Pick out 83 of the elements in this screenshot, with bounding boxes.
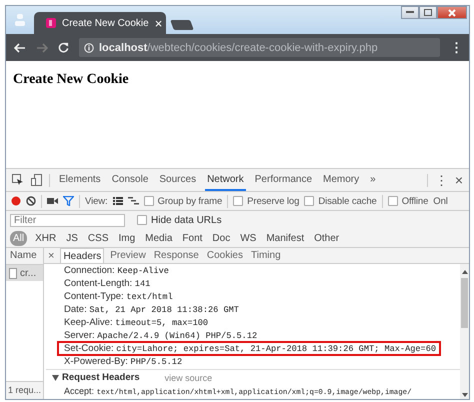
detail-tab[interactable]: Cookies — [204, 248, 245, 263]
request-row[interactable]: cr... — [6, 265, 43, 281]
type-filter[interactable]: Other — [312, 232, 342, 244]
file-icon — [9, 268, 17, 278]
request-name: cr... — [20, 268, 36, 278]
type-filter[interactable]: WS — [238, 232, 258, 244]
header-line: Content-Type: text/html — [63, 290, 173, 303]
filter-field[interactable]: Filter — [10, 214, 125, 226]
type-filter[interactable]: JS — [64, 232, 80, 244]
tab-close-button[interactable]: × — [154, 16, 162, 30]
detail-tab[interactable]: Response — [152, 248, 201, 263]
throttle-label: Onl — [433, 196, 448, 206]
detail-tab[interactable]: Headers — [60, 248, 104, 263]
inspect-icon[interactable] — [12, 174, 24, 186]
address-bar[interactable]: localhost/webtech/cookies/create-cookie-with-expiry.php — [79, 38, 440, 57]
waterfall-icon[interactable] — [128, 197, 139, 205]
header-line: Keep-Alive: timeout=5, max=100 — [63, 316, 208, 329]
view-source-link[interactable]: view source — [164, 372, 212, 382]
header-line: Date: Sat, 21 Apr 2018 11:38:26 GMT — [63, 303, 239, 316]
maximize-button[interactable] — [419, 6, 437, 19]
more-tabs-button[interactable]: » — [368, 169, 378, 191]
devtools-close-button[interactable]: × — [454, 172, 463, 188]
scroll-down-icon[interactable] — [462, 393, 468, 397]
favicon-icon — [46, 18, 56, 28]
header-line: Connection: Keep-Alive — [63, 264, 169, 277]
clear-icon[interactable] — [26, 196, 36, 206]
detail-tab[interactable]: Timing — [249, 248, 283, 263]
checkbox[interactable] — [137, 215, 147, 225]
devtools-menu-button[interactable]: ⋮ — [434, 172, 448, 188]
page-heading: Create New Cookie — [13, 72, 130, 88]
filter-icon[interactable] — [63, 196, 74, 206]
section-title: Request Headers — [62, 372, 140, 383]
checkbox[interactable] — [144, 196, 154, 206]
devtools-tab[interactable]: Console — [110, 169, 150, 191]
detail-tab[interactable]: Preview — [108, 248, 148, 263]
checkbox-label: Preserve log — [247, 196, 300, 206]
browser-tab[interactable]: Create New Cookie × — [34, 12, 166, 34]
reload-icon[interactable] — [58, 42, 69, 53]
scrollbar[interactable] — [460, 264, 469, 399]
close-icon — [448, 8, 456, 16]
checkbox-label: Group by frame — [158, 196, 222, 206]
devtools-tab[interactable]: Network — [205, 169, 246, 191]
minimize-icon — [406, 11, 414, 14]
record-icon[interactable] — [11, 196, 21, 206]
minimize-button[interactable] — [401, 6, 419, 19]
header-line: Content-Length: 141 — [63, 277, 150, 290]
menu-button[interactable]: ⋮ — [450, 40, 463, 55]
expand-triangle-icon[interactable] — [52, 374, 59, 380]
checkbox-label: Disable cache — [318, 196, 377, 206]
device-icon[interactable] — [31, 174, 42, 186]
view-label: View: — [85, 196, 108, 206]
checkbox-label: Offline — [402, 196, 428, 206]
checkbox[interactable] — [304, 196, 314, 206]
new-tab-button[interactable] — [170, 20, 194, 30]
status-text: 1 requ... — [6, 381, 43, 399]
camera-icon[interactable] — [47, 197, 58, 205]
header-line: Server: Apache/2.4.9 (Win64) PHP/5.5.12 — [63, 329, 258, 342]
devtools-tab[interactable]: Memory — [321, 169, 362, 191]
highlighted-header-line: Set-Cookie: city=Lahore; expires=Sat, 21-Apr-2018 11:39:26 GMT; Max-Age=60 — [58, 342, 440, 355]
type-filter[interactable]: Media — [143, 232, 174, 244]
close-detail-button[interactable]: × — [48, 248, 56, 263]
close-button[interactable] — [437, 6, 467, 19]
type-filter[interactable]: CSS — [86, 232, 110, 244]
devtools-tab[interactable]: Elements — [57, 169, 103, 191]
maximize-icon — [424, 9, 432, 16]
checkbox[interactable] — [388, 196, 398, 206]
type-filter[interactable]: Manifest — [264, 232, 306, 244]
info-icon — [84, 42, 94, 52]
checkbox[interactable] — [233, 196, 244, 206]
checkbox-label: Hide data URLs — [151, 214, 222, 226]
name-column-header: Name — [6, 248, 43, 265]
devtools-tab[interactable]: Performance — [252, 169, 314, 191]
back-icon[interactable] — [14, 42, 26, 52]
scroll-up-icon[interactable] — [462, 270, 468, 274]
type-filter[interactable]: Img — [116, 232, 138, 244]
list-view-icon[interactable] — [112, 197, 123, 205]
type-filter[interactable]: XHR — [33, 232, 58, 244]
tab-title: Create New Cookie — [62, 18, 149, 28]
type-filter[interactable]: Doc — [210, 232, 232, 244]
type-filter[interactable]: Font — [180, 232, 204, 244]
devtools-tab[interactable]: Sources — [157, 169, 198, 191]
header-line: X-Powered-By: PHP/5.5.12 — [63, 355, 182, 368]
url-text: localhost/webtech/cookies/create-cookie-with-expiry.php — [99, 42, 378, 54]
